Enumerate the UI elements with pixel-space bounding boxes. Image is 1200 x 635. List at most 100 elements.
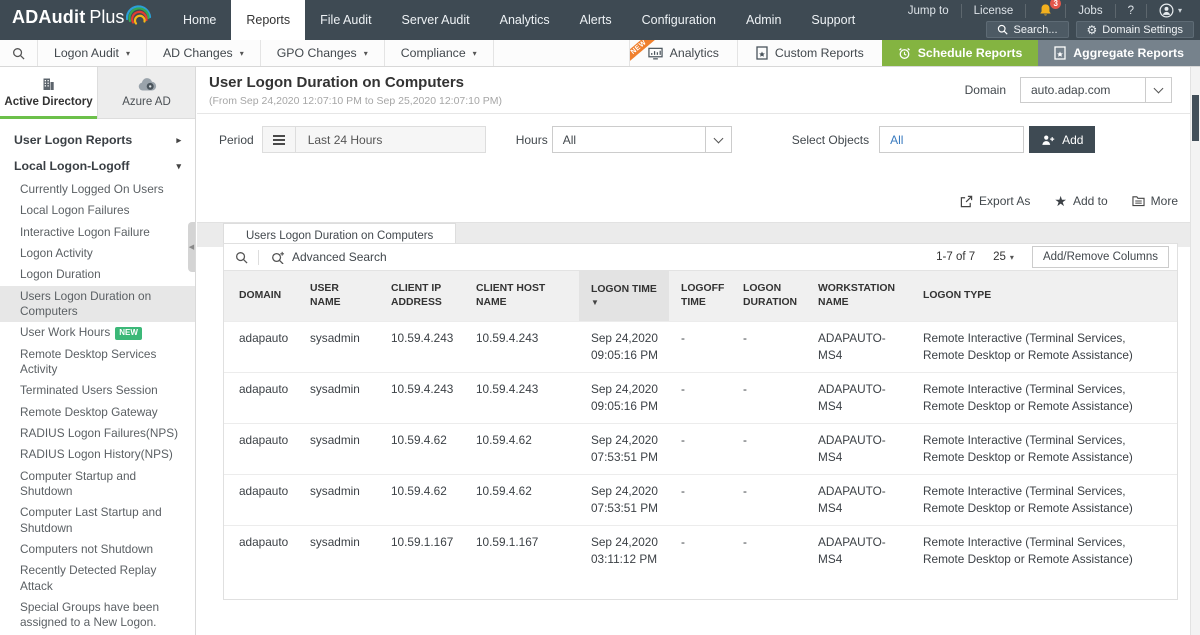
nav-item-label: Admin: [746, 13, 781, 27]
nav-item[interactable]: Admin: [731, 0, 796, 40]
nav-item[interactable]: Analytics: [485, 0, 565, 40]
col-logoff-time[interactable]: LOGOFF TIME: [669, 271, 731, 321]
sidebar-report-item[interactable]: Logon Activity: [0, 243, 195, 264]
export-as-button[interactable]: Export As: [960, 194, 1030, 208]
select-objects-input[interactable]: [879, 126, 1024, 153]
account-menu[interactable]: ▾: [1146, 4, 1194, 18]
help-button[interactable]: ?: [1115, 4, 1146, 18]
col-user-name[interactable]: USER NAME: [298, 271, 379, 321]
sidebar-report-item[interactable]: Computer Last Startup and Shutdown: [0, 502, 195, 539]
sidebar-report-item[interactable]: Terminated Users Session: [0, 380, 195, 401]
add-to-button[interactable]: ★ Add to: [1054, 194, 1107, 208]
notifications-button[interactable]: 3: [1025, 4, 1065, 18]
page-size-select[interactable]: 25 ▾: [993, 251, 1014, 263]
add-remove-columns-button[interactable]: Add/Remove Columns: [1032, 246, 1169, 268]
sidebar: Active Directory Azure AD User Logon Rep…: [0, 67, 196, 635]
hours-select[interactable]: All: [552, 126, 732, 153]
top-header: ADAuditPlus Home Reports File Audit Serv…: [0, 0, 1200, 40]
cell-workstation: ADAPAUTO-MS4: [806, 423, 911, 474]
sidebar-report-item[interactable]: RADIUS Logon Failures(NPS): [0, 423, 195, 444]
sidebar-report-item[interactable]: Users Logon Duration on Computers: [0, 286, 195, 323]
table-row: adapauto sysadmin 10.59.4.243 10.59.4.24…: [224, 372, 1177, 423]
user-icon: [1159, 3, 1174, 18]
nav-item-label: Server Audit: [402, 13, 470, 27]
nav-item[interactable]: Alerts: [565, 0, 627, 40]
custom-reports-button[interactable]: Custom Reports: [737, 40, 882, 66]
schedule-reports-button[interactable]: Schedule Reports: [882, 40, 1039, 66]
sidebar-report-item[interactable]: Remote Desktop Services Activity: [0, 344, 195, 381]
report-header: User Logon Duration on Computers (From S…: [197, 67, 1190, 114]
period-picker[interactable]: Last 24 Hours: [262, 126, 486, 153]
sidebar-report-item[interactable]: Logon Duration: [0, 264, 195, 285]
main-nav: Home Reports File Audit Server Audit Ana…: [168, 0, 870, 40]
group-local-logon-logoff[interactable]: Local Logon-Logoff ▾: [0, 153, 195, 179]
table-toolbar-right: 1-7 of 7 25 ▾ Add/Remove Columns: [936, 246, 1177, 268]
nav-item-label: File Audit: [320, 13, 371, 27]
page-scrollbar-thumb[interactable]: [1192, 95, 1199, 141]
sidebar-report-item[interactable]: RADIUS Logon History(NPS): [0, 444, 195, 465]
cell-logoff-time: -: [669, 526, 731, 577]
sidebar-report-item[interactable]: Recently Detected Replay Attack: [0, 560, 195, 597]
domain-select[interactable]: auto.adap.com: [1020, 77, 1172, 103]
analytics-button[interactable]: NEW Analytics: [629, 40, 737, 66]
cell-domain: adapauto: [224, 475, 298, 526]
sidebar-report-item[interactable]: Computer Startup and Shutdown: [0, 466, 195, 503]
col-logon-type[interactable]: LOGON TYPE: [911, 271, 1177, 321]
nav-item[interactable]: Home: [168, 0, 231, 40]
aggregate-reports-button[interactable]: Aggregate Reports: [1038, 40, 1200, 66]
menubar-search-button[interactable]: [0, 40, 38, 66]
menubar-category[interactable]: Compliance ▾: [385, 40, 494, 66]
cell-logon-duration: -: [731, 321, 806, 372]
sidebar-report-item[interactable]: User Work HoursNEW: [0, 322, 195, 343]
table-search-button[interactable]: [224, 251, 258, 264]
tab-azure-ad[interactable]: Azure AD: [97, 67, 195, 119]
menubar-category[interactable]: GPO Changes ▾: [261, 40, 385, 66]
nav-item[interactable]: Server Audit: [387, 0, 485, 40]
menubar-category[interactable]: Logon Audit ▾: [38, 40, 147, 66]
cell-workstation: ADAPAUTO-MS4: [806, 526, 911, 577]
advanced-search-button[interactable]: Advanced Search: [259, 250, 387, 264]
group-user-logon-reports[interactable]: User Logon Reports ▸: [0, 127, 195, 153]
nav-item[interactable]: Support: [796, 0, 870, 40]
search-icon: [235, 251, 248, 264]
domain-settings-button[interactable]: ⚙ Domain Settings: [1076, 21, 1194, 38]
select-objects-label: Select Objects: [792, 133, 869, 147]
add-objects-button[interactable]: Add: [1029, 126, 1095, 153]
nav-item-label: Support: [811, 13, 855, 27]
caret-down-icon: ▾: [1178, 6, 1182, 15]
col-client-host[interactable]: CLIENT HOST NAME: [464, 271, 579, 321]
global-search-button[interactable]: Search...: [986, 21, 1068, 38]
brand-logo[interactable]: ADAuditPlus: [12, 6, 152, 28]
nav-item[interactable]: Configuration: [627, 0, 731, 40]
star-icon: ★: [1054, 194, 1067, 208]
sidebar-report-item[interactable]: Special Groups have been assigned to a N…: [0, 597, 195, 634]
col-logon-duration[interactable]: LOGON DURATION: [731, 271, 806, 321]
jobs-link[interactable]: Jobs: [1065, 4, 1114, 18]
help-icon: ?: [1128, 5, 1134, 17]
sidebar-report-item[interactable]: Computers not Shutdown: [0, 539, 195, 560]
license-link[interactable]: License: [961, 4, 1026, 18]
menubar-category[interactable]: AD Changes ▾: [147, 40, 261, 66]
cell-client-host: 10.59.4.243: [464, 321, 579, 372]
sidebar-report-item[interactable]: Currently Logged On Users: [0, 179, 195, 200]
sidebar-report-item[interactable]: Interactive Logon Failure: [0, 222, 195, 243]
caret-left-icon: ◀: [189, 243, 194, 251]
col-client-ip[interactable]: CLIENT IP ADDRESS: [379, 271, 464, 321]
menubar-right: NEW Analytics Custom Reports Schedule Re…: [629, 40, 1200, 66]
more-button[interactable]: More: [1132, 194, 1178, 208]
col-workstation[interactable]: WORKSTATION NAME: [806, 271, 911, 321]
sidebar-report-item[interactable]: Local Logon Failures: [0, 200, 195, 221]
nav-item[interactable]: File Audit: [305, 0, 386, 40]
nav-item[interactable]: Reports: [231, 0, 305, 40]
sidebar-collapse-handle[interactable]: ◀: [188, 222, 195, 272]
new-badge: NEW: [115, 327, 142, 339]
sidebar-report-item[interactable]: Remote Desktop Gateway: [0, 402, 195, 423]
domain-control: Domain auto.adap.com: [965, 77, 1172, 103]
col-logon-time[interactable]: LOGON TIME ▼: [579, 271, 669, 321]
cell-logon-type: Remote Interactive (Terminal Services, R…: [911, 475, 1177, 526]
page-title: User Logon Duration on Computers: [209, 74, 464, 91]
tab-active-directory[interactable]: Active Directory: [0, 67, 97, 119]
table-row: adapauto sysadmin 10.59.4.62 10.59.4.62 …: [224, 423, 1177, 474]
jump-to-link[interactable]: Jump to: [896, 4, 961, 18]
col-domain[interactable]: DOMAIN: [224, 271, 298, 321]
